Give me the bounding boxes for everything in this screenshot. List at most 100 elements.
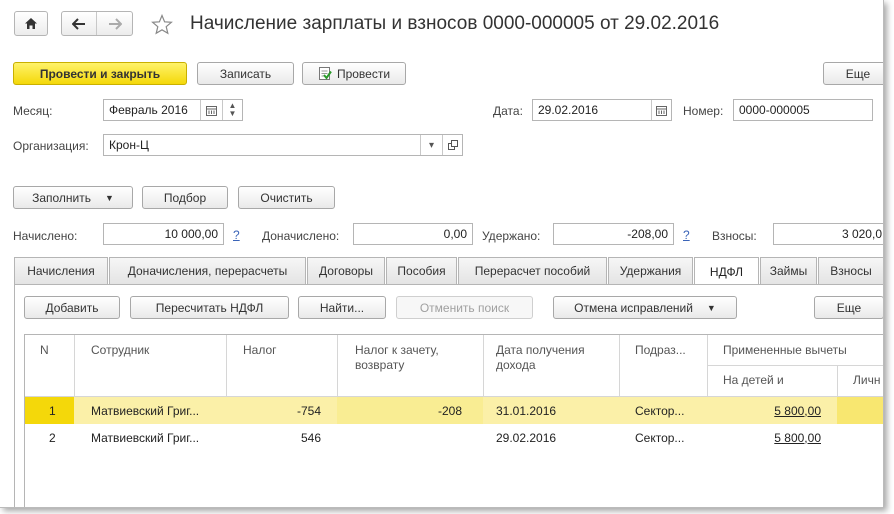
stepper-down-icon[interactable]: ▼	[229, 110, 237, 118]
arrow-left-icon	[72, 17, 85, 30]
open-link-icon[interactable]	[442, 135, 462, 155]
month-stepper[interactable]: ▲ ▼	[222, 100, 242, 120]
column-header-tax-offset[interactable]: Налог к зачету, возврату	[355, 343, 475, 373]
back-button[interactable]	[62, 12, 98, 35]
cancel-search-button[interactable]: Отменить поиск	[396, 296, 533, 319]
page-title: Начисление зарплаты и взносов 0000-00000…	[190, 13, 720, 34]
recalc-ndfl-button[interactable]: Пересчитать НДФЛ	[130, 296, 289, 319]
forward-button[interactable]	[97, 12, 132, 35]
cell-for-children[interactable]: 5 800,00	[708, 397, 821, 424]
column-header-for-children[interactable]: На детей и	[723, 373, 784, 388]
date-label: Дата:	[493, 104, 523, 118]
add-button[interactable]: Добавить	[24, 296, 120, 319]
col-separator	[837, 365, 838, 397]
contributions-label: Взносы:	[712, 229, 757, 243]
clear-button[interactable]: Очистить	[238, 186, 335, 209]
save-button[interactable]: Записать	[197, 62, 294, 85]
column-header-deductions[interactable]: Примененные вычеты	[723, 343, 847, 358]
tab-accruals[interactable]: Начисления	[14, 257, 108, 284]
post-document-icon	[318, 66, 332, 81]
calendar-icon[interactable]	[200, 100, 222, 120]
date-value: 29.02.2016	[538, 103, 599, 117]
organization-field[interactable]: Крон-Ц ▾	[103, 134, 463, 156]
deduction-link[interactable]: 5 800,00	[774, 404, 821, 418]
col-separator	[483, 335, 484, 397]
month-label: Месяц:	[13, 104, 53, 118]
col-separator	[226, 335, 227, 397]
month-field[interactable]: Февраль 2016 ▲ ▼	[103, 99, 243, 121]
cell-income-date: 29.02.2016	[496, 430, 557, 445]
withheld-label: Удержано:	[482, 229, 541, 243]
tab-benefits[interactable]: Пособия	[386, 257, 457, 284]
number-label: Номер:	[683, 104, 724, 118]
cell-division: Сектор...	[635, 403, 685, 418]
tab-contributions[interactable]: Взносы	[818, 257, 883, 284]
column-header-division[interactable]: Подраз...	[635, 343, 686, 358]
contributions-field: 3 020,0	[773, 223, 883, 245]
table-row[interactable]: 1 Матвиевский Григ... -754 -208 31.01.20…	[25, 397, 883, 424]
extra-field: 0,00	[353, 223, 473, 245]
panel-more-button[interactable]: Еще	[814, 296, 883, 319]
select-button[interactable]: Подбор	[142, 186, 228, 209]
chevron-down-icon[interactable]: ▾	[420, 135, 442, 155]
cell-employee: Матвиевский Григ...	[91, 430, 200, 445]
table-row[interactable]: 2 Матвиевский Григ... 546 29.02.2016 Сек…	[25, 424, 883, 451]
month-value: Февраль 2016	[109, 103, 188, 117]
cell-n: 1	[49, 403, 56, 418]
column-header-employee[interactable]: Сотрудник	[91, 343, 149, 358]
accrued-field: 10 000,00	[103, 223, 224, 245]
arrow-right-icon	[108, 17, 122, 30]
post-button[interactable]: Провести	[302, 62, 406, 85]
document-window: Начисление зарплаты и взносов 0000-00000…	[0, 0, 884, 508]
tab-benefit-recalc[interactable]: Перерасчет пособий	[458, 257, 607, 284]
home-icon	[24, 17, 38, 30]
home-button[interactable]	[14, 11, 48, 36]
ndfl-table: N Сотрудник Налог Налог к зачету, возвра…	[24, 334, 883, 507]
more-button[interactable]: Еще	[823, 62, 883, 85]
column-header-tax[interactable]: Налог	[243, 343, 277, 358]
date-calendar-icon[interactable]	[651, 100, 671, 120]
number-field[interactable]: 0000-000005	[733, 99, 873, 121]
col-separator	[74, 335, 75, 397]
cell-division: Сектор...	[635, 430, 685, 445]
star-icon[interactable]	[151, 14, 173, 35]
organization-label: Организация:	[13, 139, 89, 153]
date-field[interactable]: 29.02.2016	[532, 99, 672, 121]
tab-bar: Начисления Доначисления, перерасчеты Дог…	[14, 257, 883, 285]
cell-n: 2	[49, 430, 56, 445]
deduction-link[interactable]: 5 800,00	[774, 431, 821, 445]
organization-value: Крон-Ц	[109, 138, 149, 152]
cell-tax-offset: -208	[437, 403, 462, 418]
fill-button[interactable]: Заполнить ▼	[13, 186, 133, 209]
column-header-income-date[interactable]: Дата получения дохода	[496, 343, 606, 373]
tab-withholdings[interactable]: Удержания	[608, 257, 693, 284]
cell-tax: -754	[296, 403, 321, 418]
extra-label: Доначислено:	[262, 229, 340, 243]
accrued-help-link[interactable]: ?	[233, 228, 240, 242]
cancel-corrections-button[interactable]: Отмена исправлений ▼	[553, 296, 737, 319]
find-button[interactable]: Найти...	[298, 296, 386, 319]
withheld-field: -208,00	[553, 223, 674, 245]
cell-for-children[interactable]: 5 800,00	[708, 424, 821, 451]
tab-loans[interactable]: Займы	[760, 257, 817, 284]
tab-ndfl[interactable]: НДФЛ	[694, 257, 759, 285]
post-button-label: Провести	[336, 66, 391, 81]
accrued-label: Начислено:	[13, 229, 78, 243]
cell-income-date: 31.01.2016	[496, 403, 557, 418]
cell-highlight	[837, 397, 883, 424]
column-header-n[interactable]: N	[40, 343, 49, 358]
chevron-down-icon: ▼	[105, 192, 114, 203]
col-separator	[619, 335, 620, 397]
cell-employee: Матвиевский Григ...	[91, 403, 200, 418]
history-nav	[61, 11, 133, 36]
col-separator	[707, 335, 708, 397]
cancel-corrections-label: Отмена исправлений	[574, 300, 693, 315]
chevron-down-icon: ▼	[706, 302, 716, 313]
tab-contracts[interactable]: Договоры	[307, 257, 385, 284]
column-header-personal[interactable]: Личн	[853, 373, 880, 388]
post-and-close-button[interactable]: Провести и закрыть	[13, 62, 187, 85]
cell-tax-offset	[338, 424, 462, 451]
withheld-help-link[interactable]: ?	[683, 228, 690, 242]
tab-extra-accruals[interactable]: Доначисления, перерасчеты	[109, 257, 306, 284]
col-separator	[337, 335, 338, 397]
